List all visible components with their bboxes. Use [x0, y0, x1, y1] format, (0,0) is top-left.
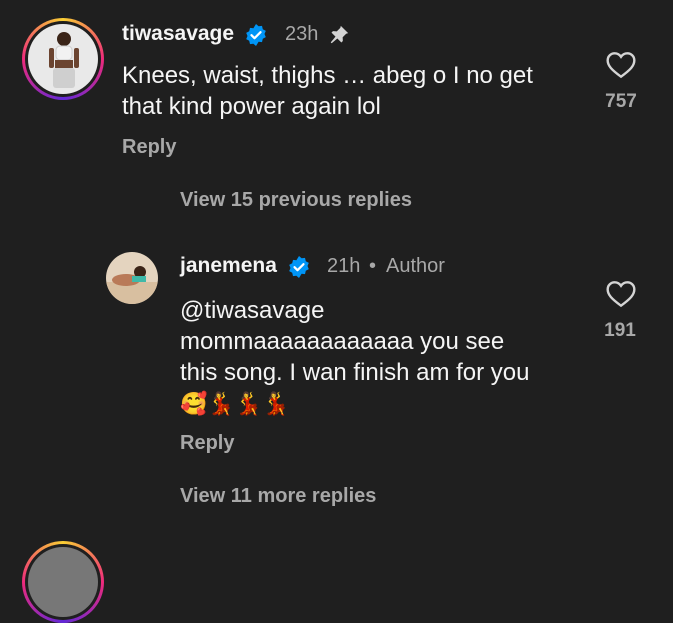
avatar-photo	[28, 24, 98, 94]
heart-icon[interactable]	[605, 49, 637, 79]
comment-text-line2: that kind power again lol	[122, 93, 381, 120]
separator-dot: •	[369, 255, 377, 277]
comment-time: 23h	[285, 23, 319, 45]
comment-text-line1: Knees, waist, thighs … abeg o I no get	[122, 62, 533, 89]
avatar-photo	[106, 252, 158, 304]
like-count: 757	[605, 91, 637, 112]
verified-badge-icon	[289, 256, 309, 278]
verified-badge-icon	[246, 24, 266, 46]
reply-username[interactable]: janemena	[180, 254, 277, 278]
view-previous-replies[interactable]: View 15 previous replies	[180, 189, 412, 212]
view-more-replies[interactable]: View 11 more replies	[180, 485, 376, 508]
comment-username[interactable]: tiwasavage	[122, 22, 234, 46]
reply-button[interactable]: Reply	[180, 432, 234, 455]
reply-time: 21h	[327, 255, 361, 277]
reply-mention[interactable]: @tiwasavage	[180, 295, 324, 326]
avatar-tiwasavage[interactable]	[22, 18, 104, 100]
like-count: 191	[604, 320, 636, 341]
reply-emojis: 🥰💃💃💃	[180, 391, 290, 416]
reply-text-line2: mommaaaaaaaaaaaa you see	[180, 328, 505, 355]
reply-button[interactable]: Reply	[122, 136, 176, 159]
reply-text-line3: this song. I wan finish am for you	[180, 359, 530, 386]
avatar-next-comment[interactable]	[22, 541, 104, 623]
avatar-janemena[interactable]	[106, 252, 158, 304]
heart-icon[interactable]	[605, 278, 637, 308]
author-tag: Author	[386, 255, 445, 277]
pin-icon	[330, 25, 349, 44]
